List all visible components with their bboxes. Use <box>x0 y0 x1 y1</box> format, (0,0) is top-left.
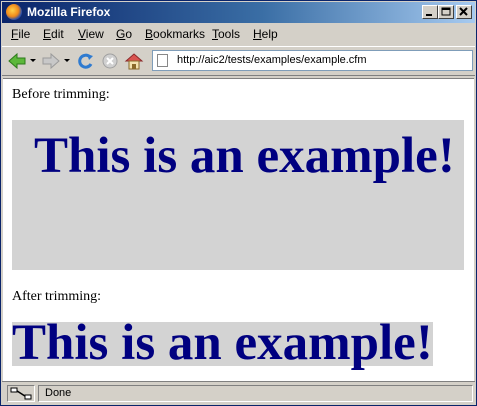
maximize-icon <box>441 7 451 16</box>
before-trimming-text: This is an example! <box>34 128 455 184</box>
menu-bookmarks[interactable]: Bookmarks <box>145 27 205 41</box>
offline-status-icon <box>10 387 32 400</box>
home-icon <box>124 53 144 70</box>
home-button[interactable] <box>123 51 145 71</box>
menu-file[interactable]: File <box>11 27 30 41</box>
menu-bar: File Edit View Go Bookmarks Tools Help <box>2 24 475 45</box>
menu-edit[interactable]: Edit <box>43 27 64 41</box>
minimize-icon <box>426 14 432 16</box>
stop-icon <box>102 53 118 69</box>
url-text[interactable]: http://aic2/tests/examples/example.cfm <box>177 54 367 66</box>
back-button[interactable] <box>6 51 28 71</box>
firefox-logo-icon[interactable] <box>6 4 22 20</box>
menu-bookmarks-accesskey: B <box>145 27 154 41</box>
forward-dropdown-icon[interactable] <box>64 59 70 62</box>
menu-help[interactable]: Help <box>253 27 278 41</box>
after-trimming-box: This is an example! <box>12 315 433 371</box>
browser-window: Mozilla Firefox File Edit View Go Bookma… <box>0 0 477 406</box>
before-trimming-label: Before trimming: <box>12 87 110 102</box>
menu-help-accesskey: H <box>253 27 262 41</box>
menu-file-label: ile <box>18 27 31 41</box>
before-trimming-box: This is an example! <box>12 120 464 270</box>
menu-tools[interactable]: Tools <box>212 27 240 41</box>
status-bar: Done <box>2 381 475 405</box>
menu-view-label: iew <box>85 27 104 41</box>
window-title: Mozilla Firefox <box>27 5 111 19</box>
menu-go-label: o <box>125 27 133 41</box>
forward-arrow-icon <box>42 52 60 70</box>
status-panel: Done <box>38 385 473 402</box>
minimize-button[interactable] <box>422 5 438 19</box>
status-text: Done <box>45 387 72 399</box>
menu-edit-label: dit <box>51 27 64 41</box>
menu-edit-accesskey: E <box>43 27 52 41</box>
reload-button[interactable] <box>75 51 97 71</box>
navigation-toolbar: http://aic2/tests/examples/example.cfm <box>2 46 475 76</box>
menu-bookmarks-label: ookmarks <box>153 27 206 41</box>
menu-view[interactable]: View <box>78 27 104 41</box>
page-icon <box>157 54 168 67</box>
page-content[interactable]: Before trimming: This is an example! Aft… <box>3 78 474 381</box>
menu-view-accesskey: V <box>78 27 86 41</box>
forward-button[interactable] <box>40 51 62 71</box>
stop-button[interactable] <box>99 51 121 71</box>
close-button[interactable] <box>456 5 472 19</box>
back-dropdown-icon[interactable] <box>30 59 36 62</box>
after-trimming-text: This is an example! <box>12 315 433 371</box>
menu-tools-label: ools <box>218 27 241 41</box>
back-arrow-icon <box>8 52 26 70</box>
connection-status-icon <box>7 385 35 402</box>
maximize-button[interactable] <box>438 5 454 19</box>
menu-go-accesskey: G <box>116 27 126 41</box>
close-icon <box>459 7 468 16</box>
menu-go[interactable]: Go <box>116 27 132 41</box>
title-bar[interactable]: Mozilla Firefox <box>2 2 475 23</box>
url-field[interactable]: http://aic2/tests/examples/example.cfm <box>152 50 473 71</box>
menu-help-label: elp <box>261 27 278 41</box>
reload-icon <box>78 53 93 69</box>
after-trimming-label: After trimming: <box>12 289 102 304</box>
